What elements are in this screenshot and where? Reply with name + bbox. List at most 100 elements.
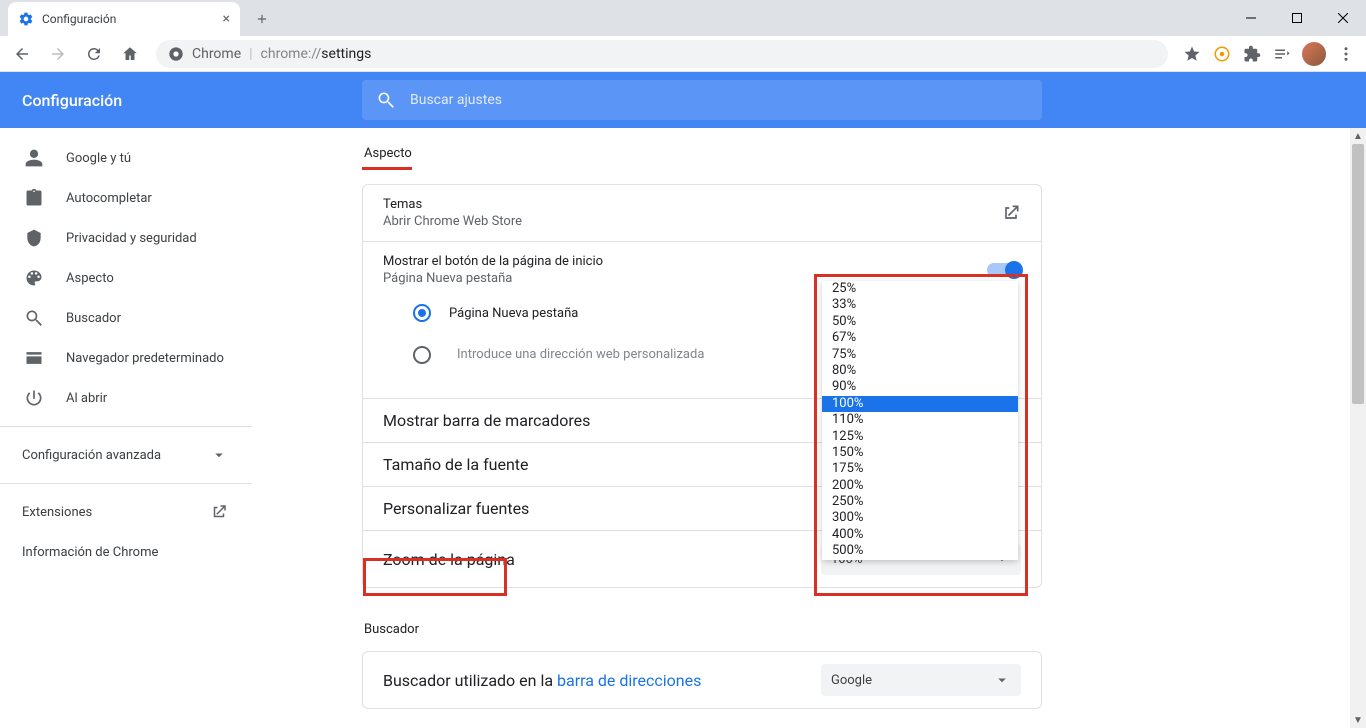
chrome-icon [168, 46, 184, 62]
sidebar-item-autofill[interactable]: Autocompletar [0, 178, 252, 218]
home-button-toggle[interactable] [987, 263, 1021, 277]
sidebar-item-search[interactable]: Buscador [0, 298, 252, 338]
sidebar-item-appearance[interactable]: Aspecto [0, 258, 252, 298]
sidebar-item-privacy[interactable]: Privacidad y seguridad [0, 218, 252, 258]
sidebar-item-on-startup[interactable]: Al abrir [0, 378, 252, 418]
window-maximize-button[interactable] [1274, 3, 1320, 33]
sidebar-item-label: Al abrir [66, 391, 107, 406]
sidebar-item-you-and-google[interactable]: Google y tú [0, 138, 252, 178]
open-external-icon [1001, 203, 1021, 223]
zoom-option[interactable]: 110% [822, 412, 1018, 428]
sidebar-item-default-browser[interactable]: Navegador predeterminado [0, 338, 252, 378]
gear-icon [18, 11, 34, 27]
clipboard-icon [24, 188, 44, 208]
row-search-engine[interactable]: Buscador utilizado en la barra de direcc… [363, 652, 1041, 708]
back-button[interactable] [6, 38, 38, 70]
scroll-up-arrow[interactable]: ▲ [1350, 128, 1366, 144]
sidebar-separator [0, 426, 252, 427]
zoom-option[interactable]: 100% [822, 396, 1018, 412]
extensions-puzzle-icon[interactable] [1238, 40, 1266, 68]
row-themes[interactable]: Temas Abrir Chrome Web Store [363, 185, 1041, 242]
zoom-option[interactable]: 150% [822, 445, 1018, 461]
browser-toolbar: Chrome | chrome://settings [0, 36, 1366, 72]
window-close-button[interactable] [1320, 3, 1366, 33]
radio-icon [413, 304, 431, 322]
scroll-thumb[interactable] [1352, 144, 1364, 404]
chevron-down-icon [210, 446, 228, 464]
settings-search-input[interactable] [410, 92, 1028, 108]
settings-content: Google y tú Autocompletar Privacidad y s… [0, 128, 1366, 728]
bookmarks-bar-label: Mostrar barra de marcadores [383, 411, 590, 430]
zoom-option[interactable]: 75% [822, 347, 1018, 363]
section-title-appearance: Aspecto [362, 146, 412, 170]
chevron-down-icon [993, 671, 1011, 689]
palette-icon [24, 268, 44, 288]
zoom-option[interactable]: 400% [822, 527, 1018, 543]
zoom-option[interactable]: 33% [822, 297, 1018, 313]
search-card: Buscador utilizado en la barra de direcc… [362, 651, 1042, 709]
zoom-label: Zoom de la página [383, 550, 515, 569]
zoom-option[interactable]: 200% [822, 478, 1018, 494]
toolbar-actions [1178, 40, 1360, 68]
person-icon [24, 148, 44, 168]
sidebar-extensions[interactable]: Extensiones [0, 492, 252, 532]
zoom-option[interactable]: 25% [822, 281, 1018, 297]
reload-button[interactable] [78, 38, 110, 70]
home-button-subtitle: Página Nueva pestaña [383, 271, 603, 286]
search-icon [24, 308, 44, 328]
window-minimize-button[interactable] [1228, 3, 1274, 33]
new-tab-button[interactable] [248, 5, 276, 33]
profile-avatar[interactable] [1302, 42, 1326, 66]
settings-sidebar: Google y tú Autocompletar Privacidad y s… [0, 128, 252, 728]
radio-icon [413, 346, 431, 364]
sidebar-advanced-label: Configuración avanzada [22, 448, 161, 463]
zoom-option[interactable]: 175% [822, 461, 1018, 477]
search-engine-value: Google [831, 673, 872, 688]
zoom-option[interactable]: 67% [822, 330, 1018, 346]
browser-titlebar: Configuración × [0, 0, 1366, 36]
sidebar-advanced[interactable]: Configuración avanzada [0, 435, 252, 475]
browser-tab[interactable]: Configuración × [8, 2, 240, 36]
zoom-option[interactable]: 500% [822, 543, 1018, 559]
sidebar-about-label: Información de Chrome [22, 545, 158, 560]
sidebar-item-label: Privacidad y seguridad [66, 231, 197, 246]
omnibox-url: chrome://settings [261, 46, 372, 62]
sidebar-item-label: Buscador [66, 311, 121, 326]
radio-label: Página Nueva pestaña [449, 306, 578, 321]
reading-list-icon[interactable] [1268, 40, 1296, 68]
power-icon [24, 388, 44, 408]
zoom-option[interactable]: 80% [822, 363, 1018, 379]
zoom-dropdown[interactable]: 25%33%50%67%75%80%90%100%110%125%150%175… [822, 281, 1018, 560]
themes-subtitle: Abrir Chrome Web Store [383, 214, 522, 229]
home-button[interactable] [114, 38, 146, 70]
sidebar-item-label: Navegador predeterminado [66, 351, 224, 366]
zoom-option[interactable]: 90% [822, 379, 1018, 395]
scroll-down-arrow[interactable]: ▼ [1350, 712, 1366, 728]
sidebar-item-label: Autocompletar [66, 191, 152, 206]
sidebar-item-label: Aspecto [66, 271, 114, 286]
zoom-option[interactable]: 50% [822, 314, 1018, 330]
sidebar-item-label: Google y tú [66, 151, 131, 166]
zoom-option[interactable]: 125% [822, 429, 1018, 445]
settings-search[interactable] [362, 80, 1042, 120]
kebab-menu-icon[interactable] [1332, 40, 1360, 68]
search-engine-select[interactable]: Google [821, 664, 1021, 696]
address-bar[interactable]: Chrome | chrome://settings [156, 40, 1168, 68]
address-bar-link: barra de direcciones [557, 671, 701, 690]
themes-title: Temas [383, 197, 522, 212]
font-size-label: Tamaño de la fuente [383, 455, 529, 474]
zoom-option[interactable]: 250% [822, 494, 1018, 510]
custom-url-input[interactable] [449, 337, 819, 373]
zoom-option[interactable]: 300% [822, 510, 1018, 526]
window-controls [1228, 0, 1366, 36]
bookmark-star-icon[interactable] [1178, 40, 1206, 68]
settings-header: Configuración [0, 72, 1366, 128]
sidebar-extensions-label: Extensiones [22, 505, 92, 520]
vertical-scrollbar[interactable]: ▲ ▼ [1350, 128, 1366, 728]
forward-button[interactable] [42, 38, 74, 70]
home-button-title: Mostrar el botón de la página de inicio [383, 254, 603, 269]
customize-fonts-label: Personalizar fuentes [383, 499, 529, 518]
close-icon[interactable]: × [223, 11, 230, 27]
extension-icon[interactable] [1208, 40, 1236, 68]
sidebar-about[interactable]: Información de Chrome [0, 532, 252, 572]
